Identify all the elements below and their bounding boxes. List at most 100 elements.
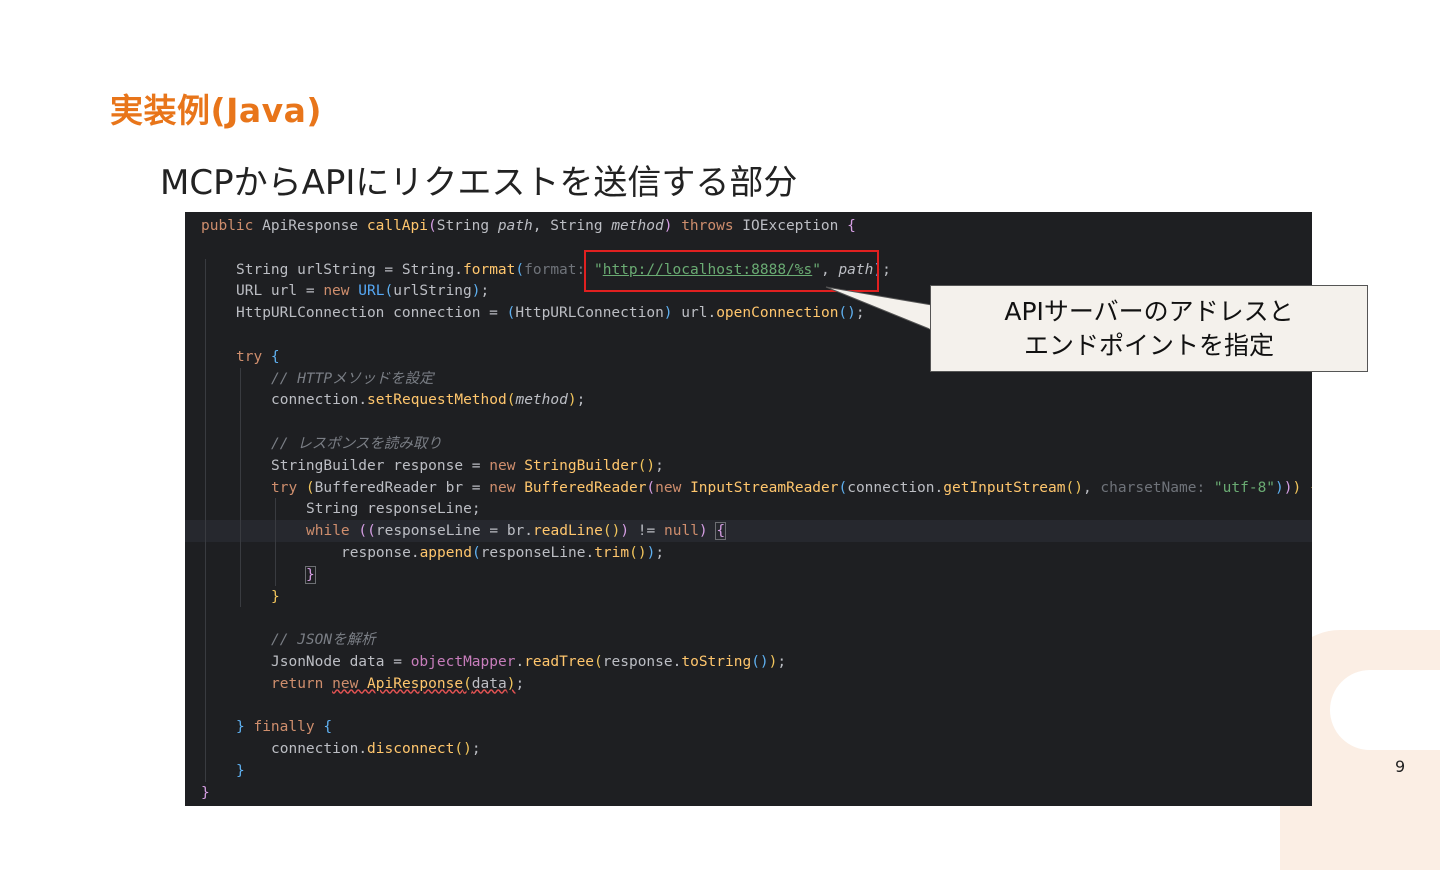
callout-text: APIサーバーのアドレスと エンドポイントを指定	[1004, 295, 1293, 363]
code-token: )	[620, 523, 630, 540]
code-token: (	[838, 479, 848, 496]
code-token: new	[332, 675, 368, 692]
code-token: ;	[471, 501, 481, 518]
code-token: // JSONを解析	[271, 632, 376, 649]
code-line-text: } finally {	[236, 716, 332, 738]
code-token: }	[201, 784, 210, 801]
code-line-text: // レスポンスを読み取り	[271, 433, 442, 455]
code-token: ApiResponse	[367, 675, 464, 692]
code-token: .	[524, 523, 534, 540]
code-token: method	[611, 218, 664, 234]
code-token: ()	[629, 545, 647, 561]
code-line-text: HttpURLConnection connection = (HttpURLC…	[236, 302, 865, 324]
code-line: String responseLine;	[185, 498, 1312, 520]
code-token: br	[445, 479, 464, 496]
code-line: while ((responseLine = br.readLine()) !=…	[185, 520, 1312, 543]
code-token: .	[358, 741, 368, 758]
code-token: try	[236, 348, 271, 365]
code-token: format	[463, 261, 516, 278]
code-token: path	[497, 218, 533, 234]
code-line-text: String responseLine;	[306, 498, 481, 520]
code-token: while	[306, 523, 359, 540]
code-token: ()	[602, 523, 621, 540]
code-token: charsetName:	[1100, 479, 1214, 496]
code-token: URL	[236, 283, 271, 300]
code-token: StringBuilder	[271, 457, 394, 474]
indent-guide	[240, 367, 241, 608]
code-token: IOException	[742, 218, 848, 234]
code-token: new	[489, 457, 525, 474]
code-line: // JSONを解析	[185, 629, 1312, 651]
code-token: URL	[358, 283, 385, 300]
code-token: )	[1292, 479, 1310, 496]
code-token: ;	[777, 654, 787, 670]
code-line: JsonNode data = objectMapper.readTree(re…	[185, 651, 1312, 673]
code-line-text: try {	[236, 346, 280, 368]
code-token: (	[384, 283, 394, 300]
code-token: ;	[515, 675, 525, 692]
code-line: public ApiResponse callApi(String path, …	[185, 215, 1312, 237]
code-token: JsonNode	[271, 654, 350, 670]
code-token: method	[515, 392, 568, 409]
code-token: (	[594, 654, 603, 670]
code-token: urlString	[393, 283, 472, 300]
code-token: "utf-8"	[1213, 479, 1276, 496]
code-token: finally	[253, 719, 324, 736]
callout-line-2: エンドポイントを指定	[1023, 330, 1274, 360]
code-line: connection.disconnect();	[185, 738, 1312, 760]
code-line: // レスポンスを読み取り	[185, 433, 1312, 455]
code-line-text: }	[305, 564, 316, 586]
code-token: (	[646, 479, 656, 496]
background-decoration-cutout	[1330, 670, 1440, 750]
code-token: .	[934, 479, 944, 496]
code-token: append	[419, 545, 472, 561]
indent-guide	[275, 498, 276, 586]
code-line-text: return new ApiResponse(data);	[271, 673, 524, 695]
code-token: String	[401, 261, 455, 278]
code-token: response	[341, 545, 411, 561]
code-token: (	[427, 218, 437, 234]
code-token: null	[664, 523, 699, 540]
indent-guide	[205, 258, 206, 782]
code-token: data	[471, 675, 507, 692]
code-token: url	[270, 283, 298, 300]
code-line: }	[185, 782, 1312, 804]
code-token: (	[515, 261, 525, 278]
code-token: ()	[838, 305, 856, 322]
code-token: {	[715, 522, 727, 541]
code-token: trim	[594, 545, 630, 561]
code-token: openConnection	[716, 305, 839, 322]
code-token: br	[506, 523, 525, 540]
code-token: responseLine	[367, 501, 472, 518]
code-token: .	[454, 261, 464, 278]
code-token: ()	[637, 457, 656, 474]
code-token: objectMapper	[410, 654, 516, 670]
code-token: connection	[271, 392, 359, 409]
code-token: toString	[681, 654, 752, 670]
code-line: StringBuilder response = new StringBuild…	[185, 455, 1312, 477]
code-token: {	[270, 348, 280, 365]
code-token: ;	[655, 545, 665, 561]
code-token: InputStreamReader	[690, 479, 839, 496]
code-token: // HTTPメソッドを設定	[271, 370, 434, 387]
code-token: }	[305, 565, 316, 584]
code-token: !=	[629, 523, 664, 540]
code-token: ;	[882, 261, 891, 278]
code-token: {	[323, 719, 333, 736]
code-token: String	[436, 218, 498, 234]
code-token: public	[201, 218, 263, 234]
code-token: connection	[393, 305, 481, 322]
code-token: =	[375, 261, 402, 278]
code-token: String	[236, 261, 298, 278]
code-line: }	[185, 760, 1312, 782]
code-token: =	[384, 654, 411, 670]
code-token: )	[663, 305, 682, 322]
code-token: readTree	[524, 654, 595, 670]
code-line-text: connection.disconnect();	[271, 738, 481, 760]
code-token: setRequestMethod	[367, 392, 507, 409]
code-token: {	[1310, 480, 1312, 496]
code-token: getInputStream	[943, 479, 1066, 496]
